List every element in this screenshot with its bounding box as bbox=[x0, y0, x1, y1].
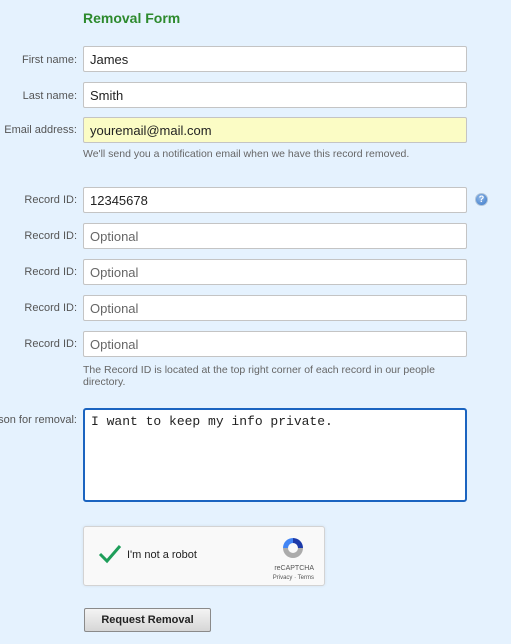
record-id-field-2[interactable] bbox=[83, 223, 467, 249]
first-name-field[interactable] bbox=[83, 46, 467, 72]
record-id-hint: The Record ID is located at the top righ… bbox=[83, 364, 435, 388]
reason-label: son for removal: bbox=[0, 414, 77, 426]
record-id-label-5: Record ID: bbox=[24, 338, 77, 350]
record-id-label-1: Record ID: bbox=[24, 194, 77, 206]
record-id-field-4[interactable] bbox=[83, 295, 467, 321]
record-id-field-3[interactable] bbox=[83, 259, 467, 285]
last-name-label: Last name: bbox=[22, 90, 77, 102]
email-field[interactable] bbox=[83, 117, 467, 143]
recaptcha-widget: I'm not a robot reCAPTCHA Privacy · Term… bbox=[83, 526, 325, 586]
record-id-label-3: Record ID: bbox=[24, 266, 77, 278]
record-id-field-1[interactable] bbox=[83, 187, 467, 213]
request-removal-button[interactable]: Request Removal bbox=[84, 608, 211, 632]
record-id-label-4: Record ID: bbox=[24, 302, 77, 314]
checkmark-icon[interactable] bbox=[98, 541, 122, 565]
reason-textarea[interactable]: I want to keep my info private. bbox=[83, 408, 467, 502]
recaptcha-logo-icon bbox=[283, 538, 303, 558]
email-label: Email address: bbox=[4, 124, 77, 136]
captcha-label: I'm not a robot bbox=[127, 549, 197, 561]
recaptcha-links[interactable]: Privacy · Terms bbox=[273, 575, 314, 581]
recaptcha-brand: reCAPTCHA bbox=[274, 565, 314, 572]
email-hint: We'll send you a notification email when… bbox=[83, 148, 410, 160]
last-name-field[interactable] bbox=[83, 82, 467, 108]
record-id-label-2: Record ID: bbox=[24, 230, 77, 242]
form-title: Removal Form bbox=[83, 10, 181, 26]
record-id-field-5[interactable] bbox=[83, 331, 467, 357]
first-name-label: First name: bbox=[21, 54, 77, 66]
help-icon[interactable]: ? bbox=[475, 193, 488, 206]
